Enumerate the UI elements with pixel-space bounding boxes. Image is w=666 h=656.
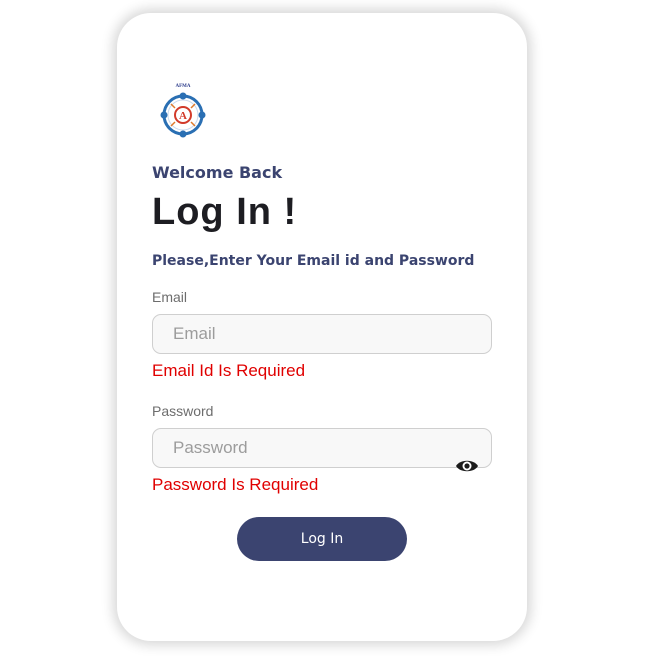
logo-caption: AFMA <box>176 84 191 89</box>
welcome-text: Welcome Back <box>152 163 283 182</box>
page-title: Log In ! <box>152 191 298 233</box>
password-error: Password Is Required <box>152 475 319 494</box>
password-field[interactable] <box>152 428 492 468</box>
svg-text:A: A <box>179 110 187 122</box>
login-button[interactable]: Log In <box>237 517 407 561</box>
instruction-text: Please,Enter Your Email id and Password <box>152 253 475 269</box>
password-label: Password <box>152 403 214 419</box>
email-error: Email Id Is Required <box>152 361 306 380</box>
email-label: Email <box>152 289 188 305</box>
institute-logo-icon: AFMA A <box>160 84 206 138</box>
eye-icon[interactable] <box>455 457 479 475</box>
email-field[interactable] <box>152 314 492 354</box>
